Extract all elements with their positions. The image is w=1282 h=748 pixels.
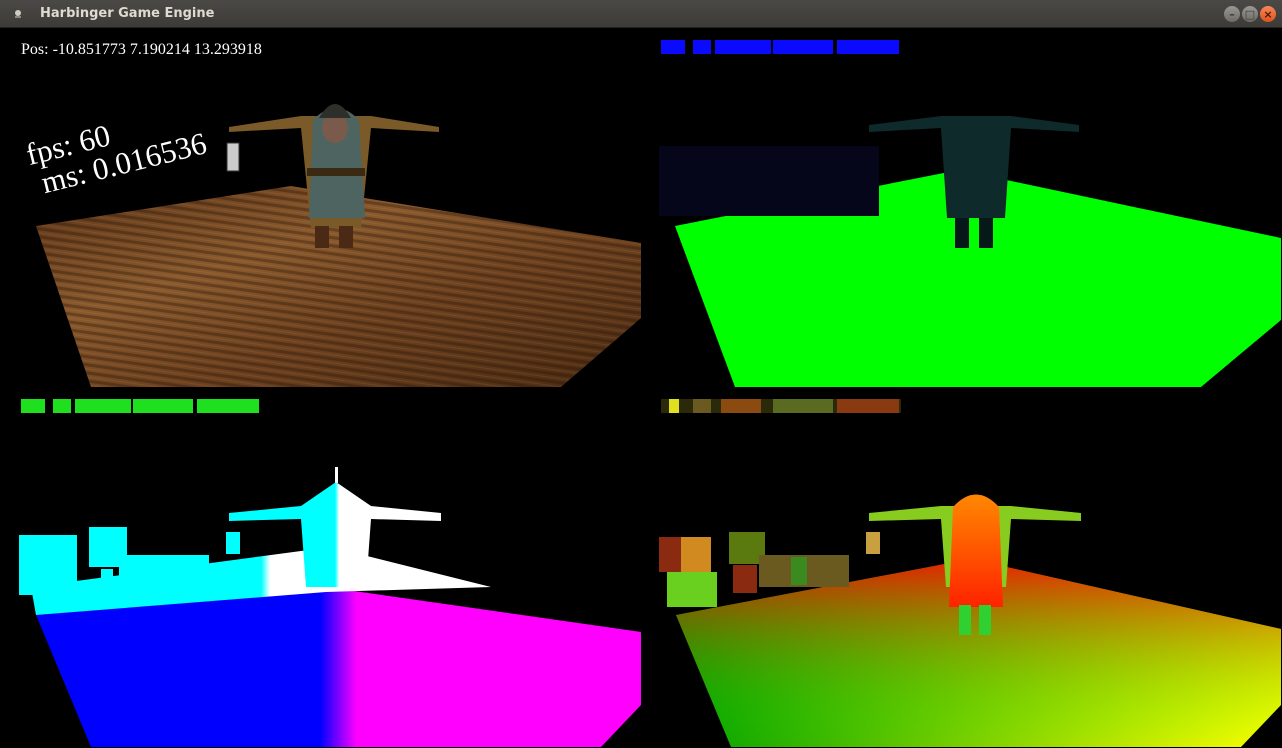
- lighting-buffer-scene: [659, 116, 1281, 387]
- lighting-buffer-view: [641, 28, 1281, 387]
- render-viewport[interactable]: Pos: -10.851773 7.190214 13.293918 fps: …: [1, 28, 1281, 747]
- close-icon: ×: [1263, 7, 1273, 21]
- normal-buffer-scene: [19, 467, 641, 747]
- final-render-scene: [36, 104, 641, 387]
- position-buffer-view: [641, 387, 1281, 747]
- normal-floor-front: [36, 587, 641, 747]
- window-titlebar[interactable]: Harbinger Game Engine – □ ×: [0, 0, 1282, 28]
- close-button[interactable]: ×: [1260, 6, 1276, 22]
- window-controls: – □ ×: [1224, 6, 1276, 22]
- position-buffer-scene: [659, 494, 1281, 747]
- minimize-icon: –: [1229, 7, 1235, 21]
- garbled-text-blue: [661, 40, 899, 54]
- garbled-text-mixed: [661, 399, 901, 413]
- maximize-button[interactable]: □: [1242, 6, 1258, 22]
- app-icon: [15, 10, 21, 18]
- window-title: Harbinger Game Engine: [40, 6, 215, 21]
- final-render-view: Pos: -10.851773 7.190214 13.293918 fps: …: [1, 28, 641, 387]
- normal-shelves: [19, 527, 240, 595]
- maximize-icon: □: [1244, 7, 1256, 21]
- garbled-text-green: [21, 399, 259, 413]
- camera-position-label: Pos: -10.851773 7.190214 13.293918: [21, 41, 262, 58]
- minimize-button[interactable]: –: [1224, 6, 1240, 22]
- normal-buffer-view: [1, 387, 641, 747]
